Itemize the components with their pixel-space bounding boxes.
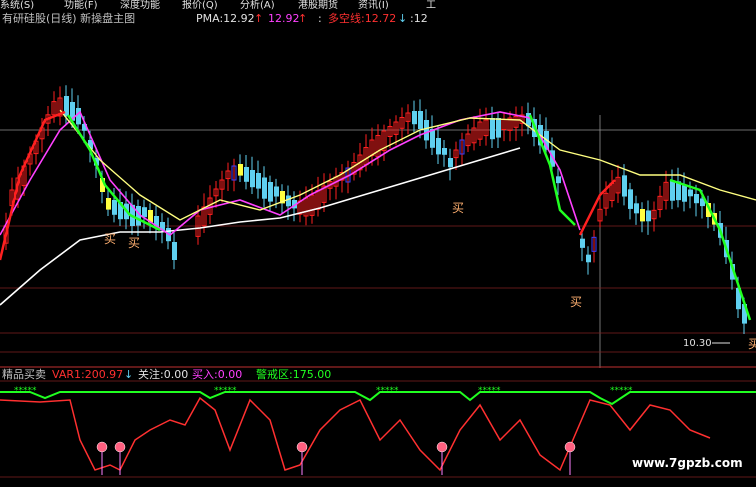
- buy-marker-3: [436, 441, 448, 453]
- candle-89: [556, 176, 561, 184]
- candle-28: [172, 242, 177, 260]
- candle-91: [586, 254, 591, 263]
- candle-101: [646, 210, 651, 222]
- candle-100: [640, 209, 645, 222]
- candle-107: [682, 185, 687, 202]
- alert-markers-3: *****: [478, 386, 501, 396]
- price-annotation: 10.30: [683, 338, 712, 349]
- candle-39: [256, 173, 261, 189]
- candle-17: [106, 198, 111, 210]
- candle-78: [490, 118, 495, 140]
- candle-36: [238, 164, 243, 176]
- candle-44: [286, 195, 291, 207]
- red-trend-1: [0, 110, 66, 261]
- alert-markers-0: *****: [14, 386, 37, 396]
- candle-18: [112, 200, 117, 215]
- candle-38: [250, 170, 255, 188]
- candle-70: [442, 148, 447, 155]
- candle-90: [580, 238, 585, 248]
- candle-105: [670, 180, 675, 201]
- candle-79: [496, 118, 501, 138]
- chart-canvas[interactable]: 买买买买买10.30***** ***** ***** ***** *****: [0, 0, 756, 487]
- candle-23: [142, 207, 147, 218]
- buy-signal-1: 买: [128, 236, 140, 250]
- candle-71: [448, 158, 453, 168]
- pma-line: [0, 147, 521, 306]
- buy-signal-0: 买: [104, 232, 116, 246]
- alert-markers-1: *****: [214, 386, 237, 396]
- candle-37: [244, 167, 249, 182]
- candle-66: [418, 111, 423, 129]
- buy-marker-0: [96, 441, 108, 453]
- candle-42: [274, 186, 279, 197]
- candle-41: [268, 182, 273, 202]
- watermark: www.7gpzb.com: [632, 456, 743, 470]
- candle-109: [694, 194, 699, 204]
- candle-98: [628, 189, 633, 209]
- candle-65: [412, 111, 417, 125]
- candle-97: [622, 175, 627, 197]
- oscillator-line: [0, 396, 711, 472]
- candle-69: [436, 138, 441, 155]
- alert-markers-4: *****: [610, 386, 633, 396]
- buy-signal-2: 买: [452, 201, 464, 215]
- alert-markers-2: *****: [376, 386, 399, 396]
- buy-marker-2: [296, 441, 308, 453]
- candle-99: [634, 203, 639, 214]
- candle-108: [688, 189, 693, 197]
- buy-marker-1: [114, 441, 126, 453]
- candle-12: [76, 108, 81, 125]
- candle-40: [262, 177, 267, 199]
- buy-signal-3: 买: [570, 295, 582, 309]
- candle-67: [424, 120, 429, 141]
- buy-signal-4: 买: [748, 337, 756, 351]
- buy-marker-4: [564, 441, 576, 453]
